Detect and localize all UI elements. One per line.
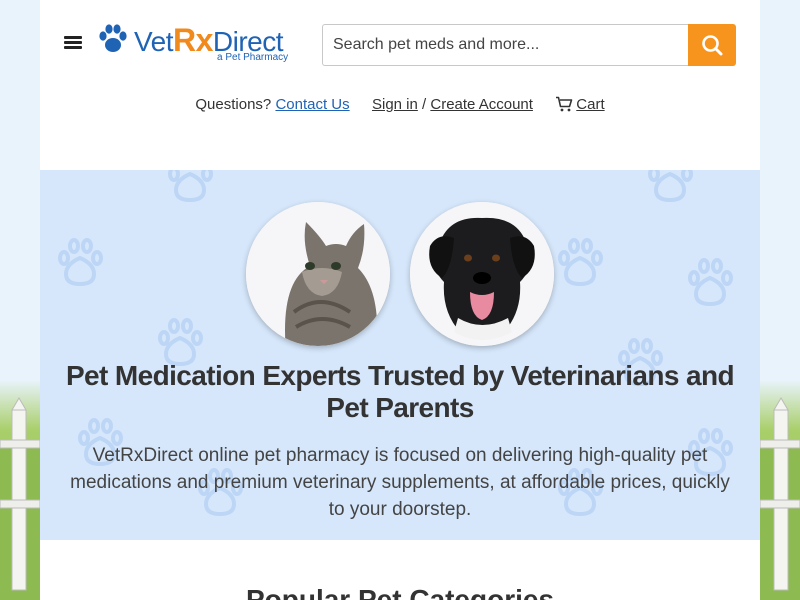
contact-us-link[interactable]: Contact Us (275, 96, 349, 113)
search-icon (702, 35, 723, 56)
hero-section: Pet Medication Experts Trusted by Veteri… (40, 170, 760, 540)
questions-label: Questions? (195, 96, 272, 113)
hero-title: Pet Medication Experts Trusted by Veteri… (65, 360, 735, 423)
header-links: Questions? Contact Us Sign in / Create A… (40, 96, 760, 113)
sign-in-link[interactable]: Sign in (372, 96, 418, 113)
logo-vet: Vet (134, 26, 173, 57)
menu-icon[interactable] (64, 36, 82, 54)
cart-link[interactable]: Cart (555, 96, 605, 113)
search-button[interactable] (688, 24, 736, 66)
link-separator: / (422, 96, 427, 113)
fence-right-decoration (760, 380, 800, 600)
cart-icon (556, 96, 573, 112)
popular-categories-title: Popular Pet Categories (245, 584, 555, 600)
site-logo[interactable]: VetRxDirect a Pet Pharmacy (96, 20, 306, 64)
search-input[interactable] (322, 24, 688, 66)
cat-photo (246, 202, 390, 346)
logo-tagline: a Pet Pharmacy (217, 52, 289, 63)
logo-rx: Rx (172, 22, 213, 58)
dog-photo (410, 202, 554, 346)
site-header: VetRxDirect a Pet Pharmacy Questions? Co… (40, 0, 760, 170)
page-container: VetRxDirect a Pet Pharmacy Questions? Co… (40, 0, 760, 600)
paw-logo-icon (99, 24, 127, 52)
cart-label: Cart (576, 96, 605, 113)
fence-left-decoration (0, 380, 40, 600)
search-bar (322, 24, 736, 66)
create-account-link[interactable]: Create Account (430, 96, 533, 113)
hero-description: VetRxDirect online pet pharmacy is focus… (70, 445, 730, 520)
